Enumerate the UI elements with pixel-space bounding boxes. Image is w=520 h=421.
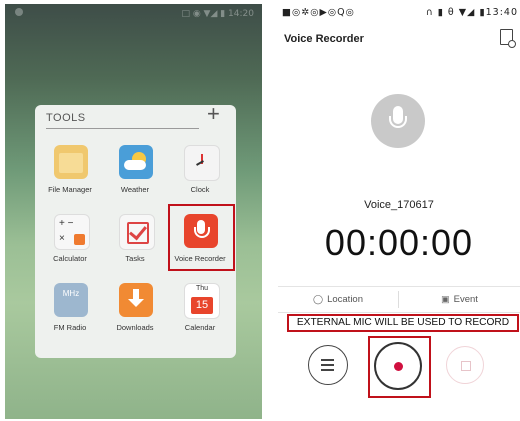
calendar-day: Thu — [195, 285, 209, 292]
tasks-icon — [119, 214, 155, 250]
stop-square-icon — [461, 361, 471, 371]
calendar-event-icon: ▣ — [441, 294, 450, 304]
voice-recorder-highlight — [168, 204, 235, 271]
app-calculator[interactable]: + − × Calculator — [39, 210, 101, 272]
app-downloads[interactable]: Downloads — [104, 279, 166, 341]
recording-timer: 00:00:00 — [324, 222, 474, 263]
microphone-icon — [371, 94, 425, 148]
calendar-date: 15 — [191, 297, 213, 314]
recordings-file-icon[interactable] — [500, 29, 516, 48]
app-label: Tasks — [125, 254, 145, 263]
record-button-highlight — [368, 336, 431, 398]
list-line — [321, 364, 334, 366]
add-app-button[interactable]: + — [207, 103, 220, 125]
app-file-manager[interactable]: File Manager — [39, 141, 101, 203]
downloads-icon — [119, 283, 153, 317]
recordings-list-button[interactable] — [308, 345, 348, 385]
location-pin-icon: ◯ — [313, 294, 324, 304]
weather-icon — [119, 145, 153, 179]
calc-plus-minus: + − — [59, 218, 74, 229]
external-mic-notice: EXTERNAL MIC WILL BE USED TO RECORD — [287, 314, 519, 332]
app-tasks[interactable]: Tasks — [104, 210, 166, 272]
tag-bar: ◯ Location ▣ Event — [278, 286, 520, 313]
location-button[interactable]: ◯ Location — [278, 287, 398, 312]
notification-icon — [15, 8, 23, 16]
location-label: Location — [327, 294, 363, 305]
event-label: Event — [453, 294, 478, 305]
folder-title-underline — [46, 128, 199, 129]
file-manager-icon — [54, 145, 88, 179]
list-line — [321, 369, 334, 371]
app-label: Calendar — [184, 323, 216, 332]
status-bar: ■◎✲◎▶◎Q◎ ∩ ▮ θ ▼◢ ▮13:40 — [282, 7, 518, 21]
app-label: File Manager — [48, 185, 92, 194]
status-notifications: ■◎✲◎▶◎Q◎ — [282, 7, 355, 18]
page-title: Voice Recorder — [284, 33, 364, 45]
app-label: Weather — [120, 185, 150, 194]
app-label: Calculator — [53, 254, 87, 263]
calc-times: × — [59, 233, 65, 244]
app-weather[interactable]: Weather — [104, 141, 166, 203]
list-line — [321, 359, 334, 361]
event-button[interactable]: ▣ Event — [399, 287, 520, 312]
folder-title: TOOLS — [46, 112, 86, 124]
calculator-icon: + − × — [54, 214, 90, 250]
stop-button[interactable] — [446, 346, 484, 384]
app-calendar[interactable]: Thu 15 Calendar — [169, 279, 231, 341]
home-screen: □ ◉ ▼◢ ▮ 14:20 TOOLS + File Manager Weat… — [5, 4, 262, 419]
calc-equals — [74, 234, 85, 245]
app-label: Downloads — [116, 323, 154, 332]
calendar-icon: Thu 15 — [184, 283, 220, 319]
status-bar: □ ◉ ▼◢ ▮ 14:20 — [181, 9, 254, 19]
clock-icon — [184, 145, 220, 181]
recording-name: Voice_170617 — [364, 199, 434, 211]
app-label: FM Radio — [53, 323, 87, 332]
app-fm-radio[interactable]: MHz FM Radio — [39, 279, 101, 341]
app-label: Clock — [190, 185, 210, 194]
app-clock[interactable]: Clock — [169, 141, 231, 203]
fm-radio-icon: MHz — [54, 283, 88, 317]
status-system: ∩ ▮ θ ▼◢ ▮13:40 — [425, 7, 518, 18]
